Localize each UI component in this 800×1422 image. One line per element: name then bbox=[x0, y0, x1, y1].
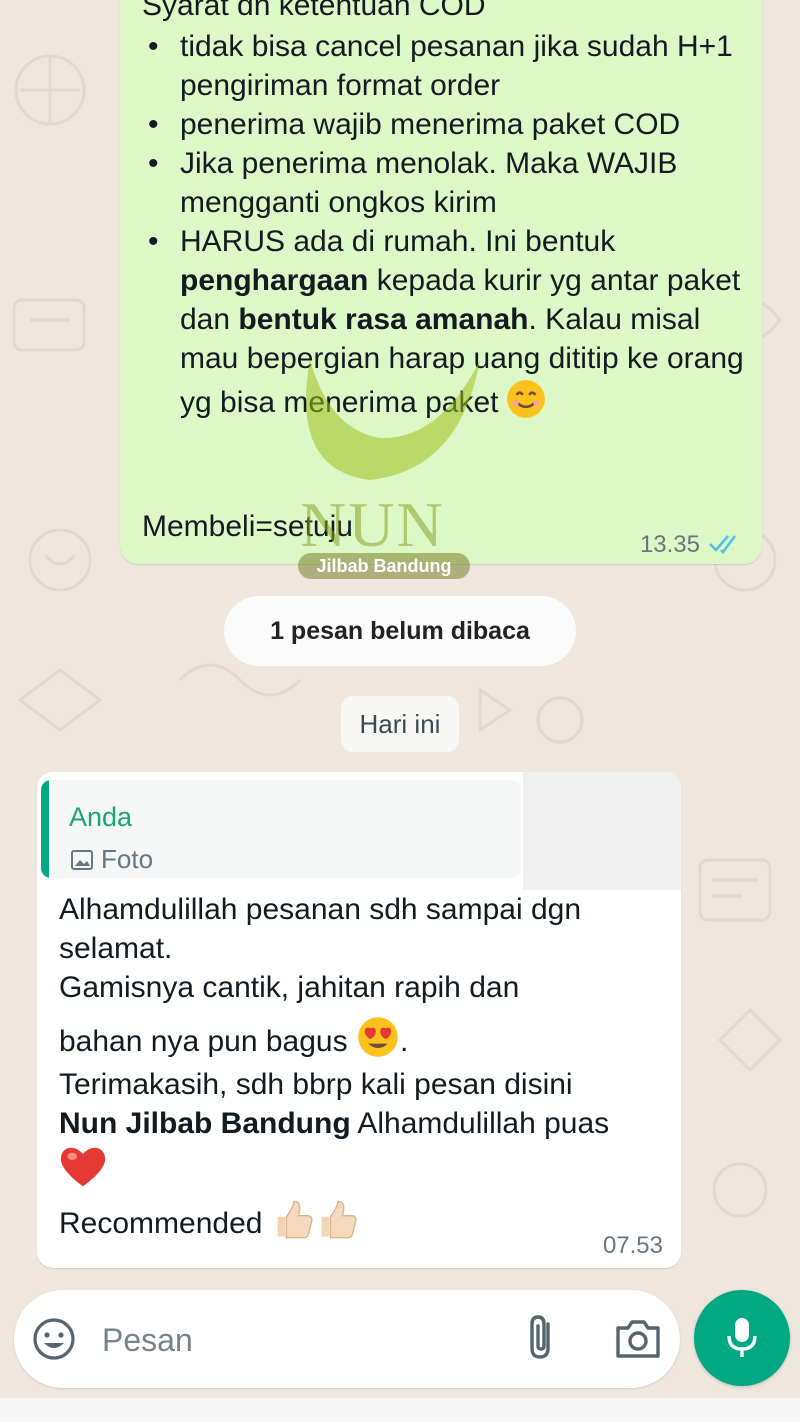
camera-icon[interactable] bbox=[614, 1316, 662, 1360]
emoji-icon[interactable] bbox=[32, 1317, 76, 1361]
image-icon bbox=[71, 850, 93, 870]
bullet-glyph: • bbox=[148, 30, 159, 63]
terms-item: • Jika penerima menolak. Maka WAJIB mengg… bbox=[144, 144, 744, 222]
bullet-glyph: • bbox=[148, 225, 159, 258]
message-title: Syarat dn ketentuan COD bbox=[142, 0, 486, 22]
message-line: Gamisnya cantik, jahitan rapih dan bbox=[59, 971, 520, 1004]
message-line: Nun Jilbab Bandung Alhamdulillah puas bbox=[59, 1104, 659, 1143]
message-timestamp: 13.35 bbox=[639, 531, 700, 558]
paperclip-icon[interactable] bbox=[522, 1312, 562, 1364]
terms-item: • HARUS ada di rumah. Ini bentuk pengharg… bbox=[144, 222, 744, 422]
unread-messages-indicator: 1 pesan belum dibaca bbox=[224, 596, 576, 666]
incoming-message-bubble[interactable]: Anda Foto Alhamdulillah pesanan sdh samp… bbox=[37, 772, 681, 1268]
heart-eyes-emoji-icon bbox=[358, 1017, 398, 1057]
message-timestamp: 07.53 bbox=[602, 1232, 663, 1259]
message-line-text: Recommended bbox=[59, 1207, 263, 1240]
message-line: bahan nya pun bagus . bbox=[59, 1015, 659, 1061]
message-input[interactable] bbox=[100, 1314, 484, 1366]
quote-type-label: Foto bbox=[101, 844, 154, 874]
outgoing-message-bubble[interactable]: Syarat dn ketentuan COD • tidak bisa canc… bbox=[120, 0, 762, 564]
quoted-message[interactable]: Anda Foto bbox=[41, 780, 521, 878]
message-composer bbox=[14, 1290, 680, 1388]
quoted-photo-thumbnail[interactable] bbox=[523, 772, 681, 890]
microphone-icon bbox=[727, 1318, 757, 1357]
read-ticks-icon bbox=[709, 535, 737, 554]
message-line-text: Alhamdulillah puas bbox=[350, 1107, 610, 1140]
smiling-face-emoji-icon bbox=[506, 380, 545, 418]
message-line: Recommended bbox=[59, 1197, 659, 1243]
terms-item-text: Jika penerima menolak. Maka WAJIB mengga… bbox=[180, 147, 678, 219]
bold-text: penghargaan bbox=[180, 264, 369, 297]
watermark-brand: NUN bbox=[300, 489, 445, 560]
bullet-glyph: • bbox=[148, 147, 159, 180]
quote-author: Anda bbox=[69, 802, 133, 832]
red-heart-emoji-icon bbox=[60, 1147, 106, 1187]
date-separator: Hari ini bbox=[341, 696, 459, 752]
message-line-text: . bbox=[399, 1025, 409, 1058]
voice-message-button[interactable] bbox=[694, 1290, 790, 1386]
quote-accent-bar bbox=[41, 780, 49, 878]
message-line-text: bahan nya pun bagus bbox=[59, 1025, 348, 1058]
thumbs-up-emoji-icon bbox=[321, 1200, 357, 1239]
watermark-tagline: Jilbab Bandung bbox=[298, 553, 470, 579]
terms-item-text: HARUS ada di rumah. Ini bentuk bbox=[180, 225, 616, 258]
bold-text: Nun Jilbab Bandung bbox=[59, 1107, 351, 1140]
bold-text: bentuk rasa amanah bbox=[238, 303, 529, 336]
quote-attachment-type: Foto bbox=[71, 844, 153, 875]
terms-item: • tidak bisa cancel pesanan jika sudah H+… bbox=[144, 27, 744, 105]
terms-item-text: penerima wajib menerima paket COD bbox=[180, 108, 681, 141]
terms-item-text: tidak bisa cancel pesanan jika sudah H+1… bbox=[180, 30, 733, 102]
system-nav-strip bbox=[0, 1398, 800, 1422]
bullet-glyph: • bbox=[148, 108, 159, 141]
message-line bbox=[59, 1143, 659, 1191]
terms-item: • penerima wajib menerima paket COD bbox=[144, 105, 744, 144]
message-text: Alhamdulillah pesanan sdh sampai dgn sel… bbox=[59, 890, 659, 1243]
message-line: Terimakasih, sdh bbrp kali pesan disini bbox=[59, 1068, 573, 1101]
thumbs-up-emoji-icon bbox=[277, 1200, 313, 1239]
terms-list: • tidak bisa cancel pesanan jika sudah H+… bbox=[144, 27, 744, 422]
message-line: Alhamdulillah pesanan sdh sampai dgn sel… bbox=[59, 893, 582, 965]
